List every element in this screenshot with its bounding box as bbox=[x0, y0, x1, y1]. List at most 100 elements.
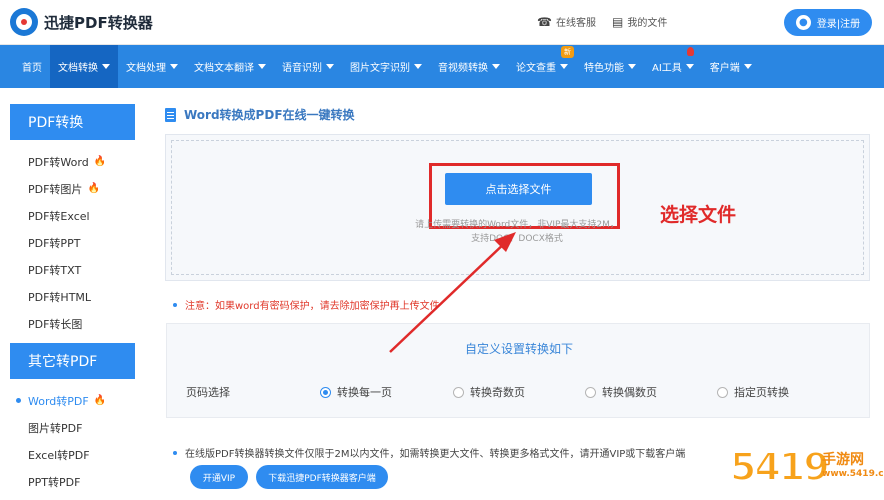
watermark-number: 5419 bbox=[729, 444, 831, 490]
bullet-icon bbox=[173, 450, 177, 455]
sidebar-item-pdf-to-word[interactable]: PDF转Word 🔥 bbox=[10, 148, 135, 175]
nav-plagiarism[interactable]: 新论文查重 bbox=[508, 45, 576, 88]
nav-features-label: 特色功能 bbox=[584, 63, 624, 74]
file-icon: ▤ bbox=[612, 14, 624, 29]
nav-client[interactable]: 客户端 bbox=[702, 45, 760, 88]
sidebar-item-image-to-pdf[interactable]: 图片转PDF bbox=[10, 414, 135, 441]
fire-icon: 🔥 bbox=[93, 156, 107, 167]
sidebar-section-other-to-pdf: 其它转PDF bbox=[10, 343, 135, 379]
upload-hint-line1: 请上传需要转换的Word文件，非VIP最大支持2M， bbox=[415, 220, 619, 230]
online-support-link[interactable]: ☎ 在线客服 bbox=[537, 14, 596, 30]
sidebar-item-label: Word转PDF bbox=[28, 394, 89, 408]
open-vip-button[interactable]: 开通VIP bbox=[190, 465, 248, 489]
chevron-down-icon bbox=[560, 64, 568, 69]
page-title-text: Word转换成PDF在线一键转换 bbox=[184, 108, 355, 122]
nav-doc-convert-label: 文档转换 bbox=[58, 63, 98, 74]
password-warning-text: 注意：如果word有密码保护，请去除加密保护再上传文件 bbox=[185, 301, 440, 312]
size-limit-notice-text: 在线版PDF转换器转换文件仅限于2M以内文件，如需转换更大文件、转换更多格式文件… bbox=[185, 449, 686, 460]
radio-unchecked-icon bbox=[717, 386, 728, 398]
radio-label: 转换每一页 bbox=[337, 386, 392, 399]
upload-hint-line2: 支持DOC、DOCX格式 bbox=[471, 234, 563, 244]
brand-logo-icon[interactable] bbox=[10, 8, 38, 36]
sidebar-item-label: 图片转PDF bbox=[28, 421, 83, 435]
nav-av-convert[interactable]: 音视频转换 bbox=[430, 45, 508, 88]
active-dot-icon bbox=[16, 398, 21, 403]
top-bar: 迅捷PDF转换器 ☎ 在线客服 ▤ 我的文件 ● 登录|注册 bbox=[0, 0, 884, 45]
nav-ocr[interactable]: 图片文字识别 bbox=[342, 45, 430, 88]
sidebar-item-label: PDF转HTML bbox=[28, 290, 92, 304]
watermark-name: 手游网 bbox=[822, 452, 864, 468]
radio-every-page[interactable]: 转换每一页 bbox=[320, 384, 392, 400]
conversion-settings-panel: 自定义设置转换如下 页码选择 转换每一页 转换奇数页 转换偶数页 指定页转换 bbox=[166, 323, 870, 418]
my-files-link[interactable]: ▤ 我的文件 bbox=[612, 14, 668, 30]
sidebar: PDF转换 PDF转Word 🔥 PDF转图片 🔥 PDF转Excel PDF转PP… bbox=[10, 104, 135, 500]
chevron-down-icon bbox=[326, 64, 334, 69]
nav-translate-label: 文档文本翻译 bbox=[194, 63, 254, 74]
sidebar-item-pdf-to-ppt[interactable]: PDF转PPT bbox=[10, 229, 135, 256]
download-client-button[interactable]: 下载迅捷PDF转换器客户端 bbox=[256, 465, 388, 489]
radio-odd-pages[interactable]: 转换奇数页 bbox=[453, 384, 525, 400]
sidebar-item-excel-to-pdf[interactable]: Excel转PDF bbox=[10, 441, 135, 468]
chevron-down-icon bbox=[102, 64, 110, 69]
sidebar-item-label: PDF转TXT bbox=[28, 263, 82, 277]
nav-ai-tools-label: AI工具 bbox=[652, 63, 682, 74]
login-register-label: 登录|注册 bbox=[816, 19, 861, 30]
size-limit-notice: 在线版PDF转换器转换文件仅限于2M以内文件，如需转换更大文件、转换更多格式文件… bbox=[173, 445, 685, 460]
radio-unchecked-icon bbox=[453, 386, 464, 398]
radio-specific-pages[interactable]: 指定页转换 bbox=[717, 384, 789, 400]
sidebar-item-label: PDF转长图 bbox=[28, 317, 83, 331]
chevron-down-icon bbox=[685, 64, 694, 69]
chevron-down-icon bbox=[170, 64, 178, 69]
headset-icon: ☎ bbox=[537, 14, 552, 29]
sidebar-item-pdf-to-image[interactable]: PDF转图片 🔥 bbox=[10, 175, 135, 202]
sidebar-item-label: PDF转PPT bbox=[28, 236, 81, 250]
nav-client-label: 客户端 bbox=[709, 63, 740, 74]
main-nav: 首页 文档转换 文档处理 文档文本翻译 语音识别 图片文字识别 音视频转换 新论… bbox=[0, 45, 884, 88]
user-icon: ● bbox=[795, 15, 811, 30]
nav-ocr-label: 图片文字识别 bbox=[350, 63, 410, 74]
nav-doc-process-label: 文档处理 bbox=[126, 63, 166, 74]
nav-av-convert-label: 音视频转换 bbox=[438, 63, 488, 74]
chevron-down-icon bbox=[628, 64, 636, 69]
sidebar-item-word-to-pdf[interactable]: Word转PDF 🔥 bbox=[10, 387, 135, 414]
nav-home-label: 首页 bbox=[22, 63, 42, 74]
brand-name[interactable]: 迅捷PDF转换器 bbox=[44, 12, 153, 33]
annotation-text: 选择文件 bbox=[660, 204, 737, 226]
sidebar-item-pdf-to-html[interactable]: PDF转HTML bbox=[10, 283, 135, 310]
nav-speech[interactable]: 语音识别 bbox=[274, 45, 342, 88]
settings-title: 自定义设置转换如下 bbox=[464, 342, 573, 356]
nav-home[interactable]: 首页 bbox=[14, 45, 50, 88]
radio-label: 转换偶数页 bbox=[602, 386, 657, 399]
nav-translate[interactable]: 文档文本翻译 bbox=[186, 45, 274, 88]
radio-even-pages[interactable]: 转换偶数页 bbox=[585, 384, 657, 400]
sidebar-item-pdf-to-txt[interactable]: PDF转TXT bbox=[10, 256, 135, 283]
fire-icon: 🔥 bbox=[87, 183, 100, 194]
fire-icon: 🔥 bbox=[93, 395, 107, 406]
sidebar-item-label: PDF转Word bbox=[28, 155, 89, 169]
document-icon bbox=[165, 107, 176, 122]
sidebar-item-pdf-to-long-image[interactable]: PDF转长图 bbox=[10, 310, 135, 337]
sidebar-item-pdf-to-excel[interactable]: PDF转Excel bbox=[10, 202, 135, 229]
radio-label: 转换奇数页 bbox=[470, 386, 525, 399]
upload-hint: 请上传需要转换的Word文件，非VIP最大支持2M， 支持DOC、DOCX格式 bbox=[372, 218, 662, 246]
sidebar-item-label: PDF转图片 bbox=[28, 182, 83, 196]
sidebar-item-ppt-to-pdf[interactable]: PPT转PDF bbox=[10, 468, 135, 495]
password-warning: 注意：如果word有密码保护，请去除加密保护再上传文件 bbox=[173, 297, 440, 312]
nav-plagiarism-label: 论文查重 bbox=[516, 63, 556, 74]
nav-speech-label: 语音识别 bbox=[282, 63, 322, 74]
login-register-button[interactable]: ● 登录|注册 bbox=[784, 9, 872, 36]
nav-features[interactable]: 特色功能 bbox=[576, 45, 644, 88]
chevron-down-icon bbox=[492, 64, 500, 69]
online-support-label: 在线客服 bbox=[555, 18, 596, 29]
nav-ai-tools[interactable]: AI工具 bbox=[644, 45, 702, 88]
radio-checked-icon bbox=[320, 386, 331, 398]
page-select-label: 页码选择 bbox=[186, 386, 230, 399]
bullet-icon bbox=[173, 302, 177, 307]
chevron-down-icon bbox=[743, 64, 752, 69]
my-files-label: 我的文件 bbox=[627, 18, 668, 29]
nav-doc-convert[interactable]: 文档转换 bbox=[50, 45, 118, 88]
chevron-down-icon bbox=[414, 64, 422, 69]
nav-doc-process[interactable]: 文档处理 bbox=[118, 45, 186, 88]
chevron-down-icon bbox=[258, 64, 266, 69]
new-badge: 新 bbox=[561, 46, 574, 58]
